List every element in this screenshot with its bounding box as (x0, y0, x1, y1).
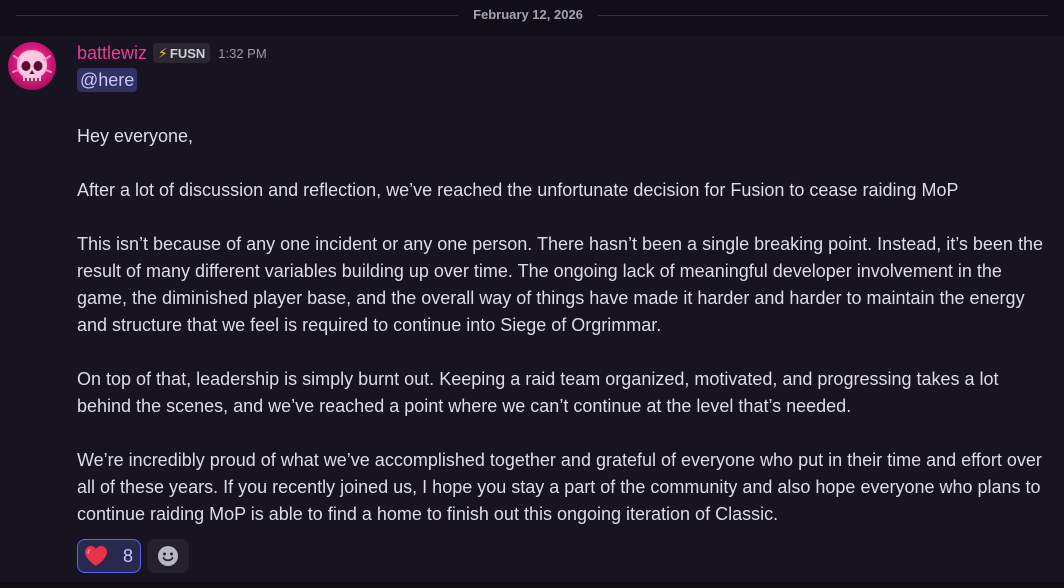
divider-line-left (16, 15, 458, 16)
divider-date: February 12, 2026 (473, 7, 583, 22)
divider-line-right (598, 15, 1048, 16)
message-paragraph: We’re incredibly proud of what we’ve acc… (77, 450, 1042, 524)
message-paragraph: After a lot of discussion and reflection… (77, 180, 959, 200)
lightning-bolt-icon: ⚡ (158, 44, 168, 61)
reaction-count: 8 (123, 545, 134, 566)
message-timestamp[interactable]: 1:32 PM (218, 46, 266, 61)
message-paragraph: This isn’t because of any one incident o… (77, 234, 1043, 335)
message-paragraph: On top of that, leadership is simply bur… (77, 369, 999, 416)
avatar[interactable] (8, 42, 56, 90)
message-paragraph: Hey everyone, (77, 126, 194, 146)
here-mention[interactable]: @here (77, 68, 138, 92)
reaction-bar: 8 (77, 539, 189, 573)
server-tag[interactable]: ⚡ FUSN (153, 43, 211, 63)
message-content: Hey everyone, After a lot of discussion … (77, 123, 1052, 528)
date-divider: February 12, 2026 (0, 0, 1064, 32)
skull-avatar-icon (12, 50, 52, 81)
heart-icon (85, 546, 107, 566)
server-tag-label: FUSN (169, 45, 206, 61)
author-name[interactable]: battlewiz (77, 43, 147, 64)
message-header: battlewiz ⚡ FUSN 1:32 PM (77, 41, 267, 65)
add-reaction-button[interactable] (147, 539, 189, 573)
chat-message: battlewiz ⚡ FUSN 1:32 PM @here Hey every… (0, 36, 1064, 582)
add-reaction-icon (158, 546, 178, 566)
heart-reaction-button[interactable]: 8 (77, 539, 141, 573)
